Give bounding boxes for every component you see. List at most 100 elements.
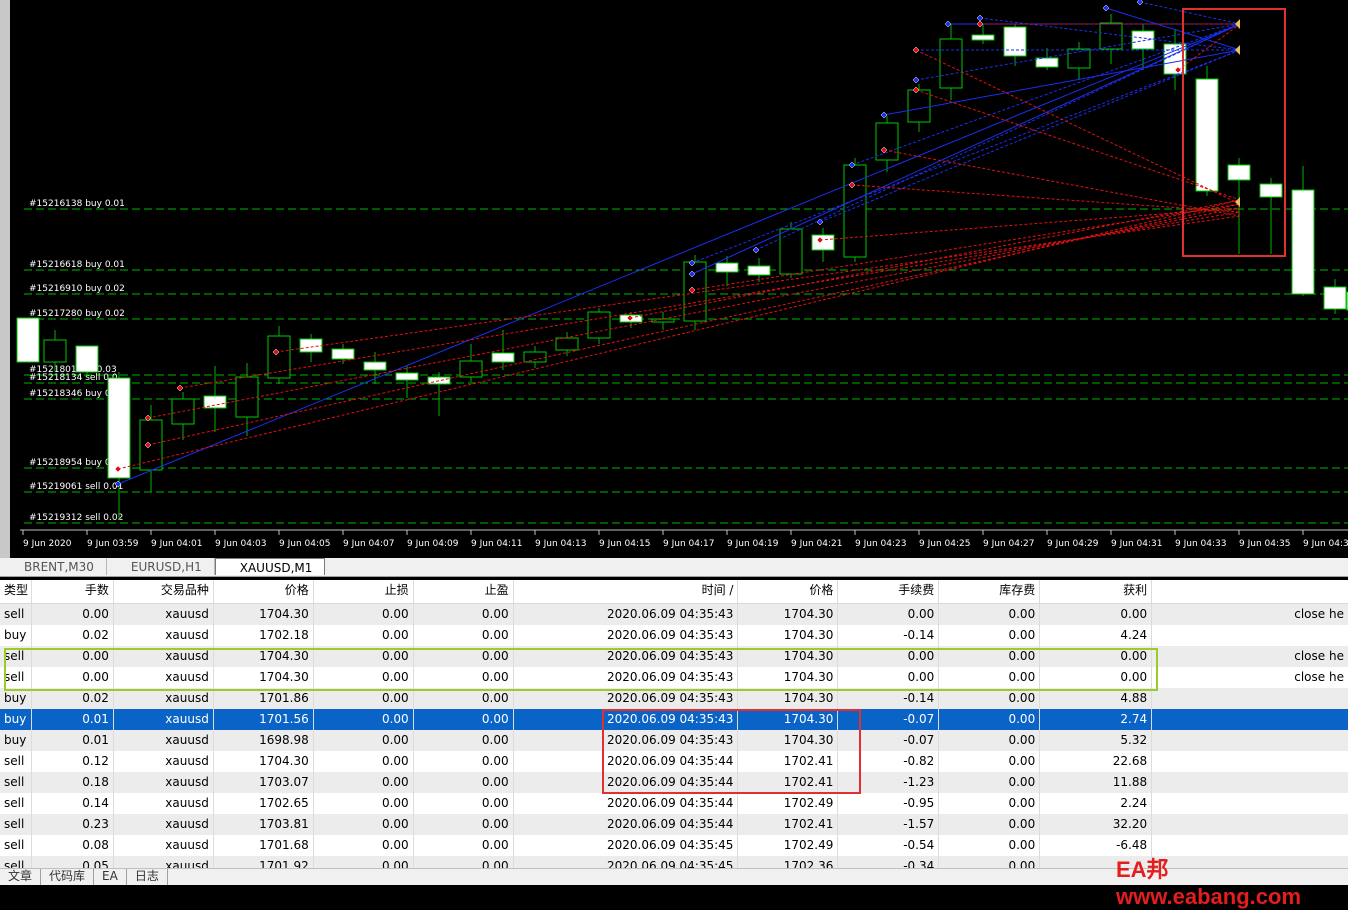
table-cell: 2.74 [1040, 709, 1153, 730]
tab-brent[interactable]: BRENT,M30 [0, 558, 107, 575]
candle-bear [107, 377, 131, 479]
table-cell: sell [0, 667, 32, 688]
column-header[interactable]: 价格 [214, 580, 314, 603]
order-level-label: #15216138 buy 0.01 [29, 199, 125, 209]
table-cell [1152, 793, 1348, 814]
status-tab-ea[interactable]: EA [94, 869, 127, 885]
column-header[interactable] [1152, 580, 1348, 603]
table-cell: 2020.06.09 04:35:43 [514, 604, 739, 625]
table-row[interactable]: sell 0.23 xauusd 1703.81 0.00 0.00 2020.06.09 … [0, 814, 1348, 835]
order-level-label: #15219061 sell 0.01 [29, 482, 123, 492]
column-header[interactable]: 价格 [738, 580, 839, 603]
buy-arrow-icon [976, 14, 984, 22]
table-cell: 32.20 [1040, 814, 1153, 835]
table-cell: 1704.30 [738, 730, 839, 751]
status-tab-codebase[interactable]: 代码库 [41, 869, 95, 885]
time-label: 9 Jun 04:17 [663, 539, 714, 549]
price-chart[interactable]: #15216138 buy 0.01 #15216618 buy 0.01 #152… [0, 0, 1348, 558]
table-cell: sell [0, 646, 32, 667]
time-label: 9 Jun 04:33 [1175, 539, 1226, 549]
tab-eurusd[interactable]: EURUSD,H1 [107, 558, 215, 575]
table-cell: 1703.81 [214, 814, 314, 835]
table-cell: 0.00 [32, 604, 114, 625]
table-cell: 0.00 [414, 688, 514, 709]
table-cell: 2020.06.09 04:35:44 [514, 793, 739, 814]
candle-bear [747, 265, 771, 276]
table-cell: 1702.36 [738, 856, 839, 868]
table-cell: 0.00 [838, 667, 940, 688]
table-cell: -0.07 [838, 709, 940, 730]
table-cell: 2020.06.09 04:35:44 [514, 772, 739, 793]
table-cell: 1698.98 [214, 730, 314, 751]
sell-order-line [691, 203, 1241, 291]
table-cell: 0.00 [314, 751, 414, 772]
time-label: 9 Jun 04:01 [151, 539, 202, 549]
table-cell [1152, 625, 1348, 646]
status-tab-log[interactable]: 日志 [127, 869, 168, 885]
table-cell: 2020.06.09 04:35:44 [514, 814, 739, 835]
table-row[interactable]: sell 0.18 xauusd 1703.07 0.00 0.00 2020.06.09 … [0, 772, 1348, 793]
table-cell: 0.00 [314, 688, 414, 709]
table-row[interactable]: sell 0.00 xauusd 1704.30 0.00 0.00 2020.06.09 … [0, 646, 1348, 667]
table-cell: 0.01 [32, 730, 114, 751]
time-label: 9 Jun 04:15 [599, 539, 650, 549]
table-cell: sell [0, 793, 32, 814]
table-row[interactable]: sell 0.00 xauusd 1704.30 0.00 0.00 2020.06.09 … [0, 667, 1348, 688]
watermark: EA邦 www.eabang.com [1116, 857, 1302, 909]
table-cell: close he [1294, 607, 1344, 621]
column-header[interactable]: 时间 / [514, 580, 739, 603]
table-cell: 0.00 [414, 793, 514, 814]
time-label: 9 Jun 04:31 [1111, 539, 1162, 549]
table-cell: 0.01 [32, 709, 114, 730]
chart-canvas[interactable]: #15216138 buy 0.01 #15216618 buy 0.01 #152… [10, 0, 1348, 558]
column-header[interactable]: 交易品种 [114, 580, 214, 603]
table-cell: 1704.30 [214, 604, 314, 625]
table-row[interactable]: buy 0.01 xauusd 1701.56 0.00 0.00 2020.06.09 0… [0, 709, 1348, 730]
order-level-label: #15218954 buy 0. [29, 458, 113, 468]
status-tab-articles[interactable]: 文章 [0, 869, 42, 885]
candle-bear [395, 372, 419, 381]
order-level-label: #15218346 buy 0. [29, 389, 113, 399]
table-cell: 0.00 [939, 730, 1041, 751]
order-level-label: #15218134 sell 0.0 [29, 373, 118, 383]
candle-bear [1035, 57, 1059, 68]
column-header[interactable]: 类型 [0, 580, 32, 603]
table-row[interactable]: sell 0.12 xauusd 1704.30 0.00 0.00 2020.06.09 … [0, 751, 1348, 772]
table-cell: 0.00 [314, 667, 414, 688]
table-cell: 0.00 [314, 772, 414, 793]
time-label: 9 Jun 04:21 [791, 539, 842, 549]
table-cell: sell [0, 856, 32, 868]
table-cell: 0.00 [939, 688, 1041, 709]
table-cell: 1704.30 [738, 625, 839, 646]
table-row[interactable]: buy 0.02 xauusd 1702.18 0.00 0.00 2020.06.09 0… [0, 625, 1348, 646]
column-header[interactable]: 手数 [32, 580, 114, 603]
table-cell: close he [1294, 670, 1344, 684]
table-cell: 0.00 [414, 751, 514, 772]
table-cell: buy [0, 709, 32, 730]
table-cell: 0.00 [1040, 667, 1153, 688]
table-cell [1152, 688, 1348, 709]
table-cell: -0.95 [838, 793, 940, 814]
tab-xauusd[interactable]: XAUUSD,M1 [214, 558, 326, 575]
table-row[interactable]: buy 0.01 xauusd 1698.98 0.00 0.00 2020.06.09 0… [0, 730, 1348, 751]
table-cell [1152, 751, 1348, 772]
table-cell: 1702.41 [738, 751, 839, 772]
column-header[interactable]: 止损 [314, 580, 414, 603]
table-row[interactable]: sell 0.14 xauusd 1702.65 0.00 0.00 2020.06.09 … [0, 793, 1348, 814]
sell-order-line [851, 184, 1241, 213]
table-cell: 1704.30 [738, 646, 839, 667]
column-header[interactable]: 手续费 [838, 580, 940, 603]
table-cell: xauusd [114, 814, 214, 835]
column-header[interactable]: 获利 [1040, 580, 1153, 603]
trade-table: 类型 手数 交易品种 价格 止损 止盈 时间 / 价格 手续费 库存费 获利 sell 0.00 xa… [0, 580, 1348, 868]
table-cell: 1704.30 [738, 667, 839, 688]
table-cell: 1704.30 [738, 604, 839, 625]
table-cell: -0.34 [838, 856, 940, 868]
candle-bull [523, 351, 547, 363]
column-header[interactable]: 库存费 [939, 580, 1041, 603]
table-cell: 22.68 [1040, 751, 1153, 772]
table-cell: 0.00 [939, 646, 1041, 667]
column-header[interactable]: 止盈 [414, 580, 514, 603]
table-row[interactable]: sell 0.00 xauusd 1704.30 0.00 0.00 2020.06.09 … [0, 604, 1348, 625]
table-row[interactable]: buy 0.02 xauusd 1701.86 0.00 0.00 2020.06.09 0… [0, 688, 1348, 709]
